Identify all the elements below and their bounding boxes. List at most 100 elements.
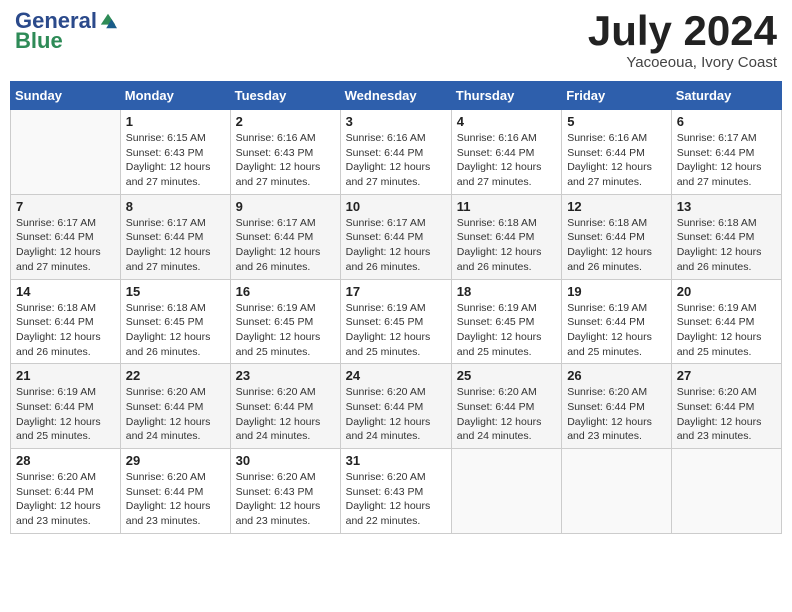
day-info: Sunrise: 6:20 AMSunset: 6:44 PMDaylight:… (126, 385, 225, 444)
calendar-header-row: SundayMondayTuesdayWednesdayThursdayFrid… (11, 82, 782, 110)
calendar-cell: 28 Sunrise: 6:20 AMSunset: 6:44 PMDayligh… (11, 449, 121, 534)
day-number: 8 (126, 199, 225, 214)
calendar-cell: 13 Sunrise: 6:18 AMSunset: 6:44 PMDayligh… (671, 194, 781, 279)
column-header-tuesday: Tuesday (230, 82, 340, 110)
calendar-cell: 11Sunrise: 6:18 AMSunset: 6:44 PMDayligh… (451, 194, 561, 279)
day-number: 3 (346, 114, 446, 129)
day-number: 12 (567, 199, 666, 214)
day-number: 28 (16, 453, 115, 468)
day-info: Sunrise: 6:19 AMSunset: 6:45 PMDaylight:… (236, 301, 335, 360)
page-header: General Blue July 2024 Yacoeoua, Ivory C… (10, 10, 782, 71)
day-info: Sunrise: 6:18 AMSunset: 6:44 PMDaylight:… (567, 216, 666, 275)
day-number: 18 (457, 284, 556, 299)
day-number: 29 (126, 453, 225, 468)
calendar-cell (451, 449, 561, 534)
calendar-cell: 18 Sunrise: 6:19 AMSunset: 6:45 PMDayligh… (451, 279, 561, 364)
day-info: Sunrise: 6:18 AMSunset: 6:44 PMDaylight:… (16, 301, 115, 360)
day-number: 26 (567, 368, 666, 383)
day-info: Sunrise: 6:20 AMSunset: 6:43 PMDaylight:… (346, 470, 446, 529)
calendar-cell: 16 Sunrise: 6:19 AMSunset: 6:45 PMDayligh… (230, 279, 340, 364)
day-number: 23 (236, 368, 335, 383)
day-number: 25 (457, 368, 556, 383)
calendar-cell: 5 Sunrise: 6:16 AMSunset: 6:44 PMDaylight… (562, 110, 672, 195)
day-number: 4 (457, 114, 556, 129)
day-info: Sunrise: 6:17 AMSunset: 6:44 PMDaylight:… (126, 216, 225, 275)
month-year-title: July 2024 (588, 10, 777, 52)
day-number: 10 (346, 199, 446, 214)
calendar-week-row: 28 Sunrise: 6:20 AMSunset: 6:44 PMDayligh… (11, 449, 782, 534)
location-subtitle: Yacoeoua, Ivory Coast (588, 54, 777, 71)
day-number: 15 (126, 284, 225, 299)
day-number: 31 (346, 453, 446, 468)
day-number: 16 (236, 284, 335, 299)
day-number: 6 (677, 114, 776, 129)
column-header-wednesday: Wednesday (340, 82, 451, 110)
day-number: 1 (126, 114, 225, 129)
calendar-cell: 27Sunrise: 6:20 AMSunset: 6:44 PMDayligh… (671, 364, 781, 449)
calendar-cell: 10 Sunrise: 6:17 AMSunset: 6:44 PMDayligh… (340, 194, 451, 279)
day-info: Sunrise: 6:15 AMSunset: 6:43 PMDaylight:… (126, 131, 225, 190)
calendar-cell: 17Sunrise: 6:19 AMSunset: 6:45 PMDayligh… (340, 279, 451, 364)
calendar-cell (671, 449, 781, 534)
calendar-cell: 8 Sunrise: 6:17 AMSunset: 6:44 PMDaylight… (120, 194, 230, 279)
day-number: 30 (236, 453, 335, 468)
calendar-cell: 20 Sunrise: 6:19 AMSunset: 6:44 PMDayligh… (671, 279, 781, 364)
day-number: 24 (346, 368, 446, 383)
day-number: 11 (457, 199, 556, 214)
day-info: Sunrise: 6:16 AMSunset: 6:43 PMDaylight:… (236, 131, 335, 190)
calendar-cell: 4 Sunrise: 6:16 AMSunset: 6:44 PMDaylight… (451, 110, 561, 195)
day-info: Sunrise: 6:20 AMSunset: 6:43 PMDaylight:… (236, 470, 335, 529)
calendar-cell: 23Sunrise: 6:20 AMSunset: 6:44 PMDayligh… (230, 364, 340, 449)
day-info: Sunrise: 6:20 AMSunset: 6:44 PMDaylight:… (457, 385, 556, 444)
calendar-cell: 12 Sunrise: 6:18 AMSunset: 6:44 PMDayligh… (562, 194, 672, 279)
day-number: 22 (126, 368, 225, 383)
day-number: 27 (677, 368, 776, 383)
day-number: 21 (16, 368, 115, 383)
day-info: Sunrise: 6:20 AMSunset: 6:44 PMDaylight:… (16, 470, 115, 529)
day-info: Sunrise: 6:19 AMSunset: 6:44 PMDaylight:… (677, 301, 776, 360)
calendar-cell: 24 Sunrise: 6:20 AMSunset: 6:44 PMDayligh… (340, 364, 451, 449)
calendar-week-row: 21Sunrise: 6:19 AMSunset: 6:44 PMDayligh… (11, 364, 782, 449)
calendar-cell: 29 Sunrise: 6:20 AMSunset: 6:44 PMDayligh… (120, 449, 230, 534)
day-info: Sunrise: 6:17 AMSunset: 6:44 PMDaylight:… (236, 216, 335, 275)
calendar-cell (11, 110, 121, 195)
calendar-cell: 25 Sunrise: 6:20 AMSunset: 6:44 PMDayligh… (451, 364, 561, 449)
day-info: Sunrise: 6:18 AMSunset: 6:45 PMDaylight:… (126, 301, 225, 360)
day-number: 2 (236, 114, 335, 129)
calendar-cell: 3Sunrise: 6:16 AMSunset: 6:44 PMDaylight… (340, 110, 451, 195)
day-number: 14 (16, 284, 115, 299)
calendar-cell: 30 Sunrise: 6:20 AMSunset: 6:43 PMDayligh… (230, 449, 340, 534)
column-header-sunday: Sunday (11, 82, 121, 110)
calendar-table: SundayMondayTuesdayWednesdayThursdayFrid… (10, 81, 782, 534)
calendar-week-row: 7Sunrise: 6:17 AMSunset: 6:44 PMDaylight… (11, 194, 782, 279)
calendar-cell: 15 Sunrise: 6:18 AMSunset: 6:45 PMDayligh… (120, 279, 230, 364)
calendar-cell: 9Sunrise: 6:17 AMSunset: 6:44 PMDaylight… (230, 194, 340, 279)
calendar-cell (562, 449, 672, 534)
calendar-cell: 14 Sunrise: 6:18 AMSunset: 6:44 PMDayligh… (11, 279, 121, 364)
calendar-cell: 1 Sunrise: 6:15 AMSunset: 6:43 PMDaylight… (120, 110, 230, 195)
logo: General Blue (15, 10, 117, 54)
day-info: Sunrise: 6:18 AMSunset: 6:44 PMDaylight:… (677, 216, 776, 275)
calendar-cell: 19Sunrise: 6:19 AMSunset: 6:44 PMDayligh… (562, 279, 672, 364)
day-number: 19 (567, 284, 666, 299)
logo-icon (99, 12, 117, 30)
day-info: Sunrise: 6:19 AMSunset: 6:45 PMDaylight:… (457, 301, 556, 360)
day-number: 5 (567, 114, 666, 129)
day-info: Sunrise: 6:20 AMSunset: 6:44 PMDaylight:… (346, 385, 446, 444)
day-info: Sunrise: 6:16 AMSunset: 6:44 PMDaylight:… (457, 131, 556, 190)
day-number: 13 (677, 199, 776, 214)
day-number: 20 (677, 284, 776, 299)
column-header-friday: Friday (562, 82, 672, 110)
day-info: Sunrise: 6:17 AMSunset: 6:44 PMDaylight:… (677, 131, 776, 190)
logo-blue: Blue (15, 28, 63, 54)
day-info: Sunrise: 6:20 AMSunset: 6:44 PMDaylight:… (567, 385, 666, 444)
calendar-cell: 31 Sunrise: 6:20 AMSunset: 6:43 PMDayligh… (340, 449, 451, 534)
column-header-saturday: Saturday (671, 82, 781, 110)
calendar-cell: 26 Sunrise: 6:20 AMSunset: 6:44 PMDayligh… (562, 364, 672, 449)
day-number: 17 (346, 284, 446, 299)
calendar-cell: 6 Sunrise: 6:17 AMSunset: 6:44 PMDaylight… (671, 110, 781, 195)
day-info: Sunrise: 6:16 AMSunset: 6:44 PMDaylight:… (567, 131, 666, 190)
day-info: Sunrise: 6:17 AMSunset: 6:44 PMDaylight:… (346, 216, 446, 275)
calendar-cell: 22 Sunrise: 6:20 AMSunset: 6:44 PMDayligh… (120, 364, 230, 449)
day-info: Sunrise: 6:20 AMSunset: 6:44 PMDaylight:… (126, 470, 225, 529)
